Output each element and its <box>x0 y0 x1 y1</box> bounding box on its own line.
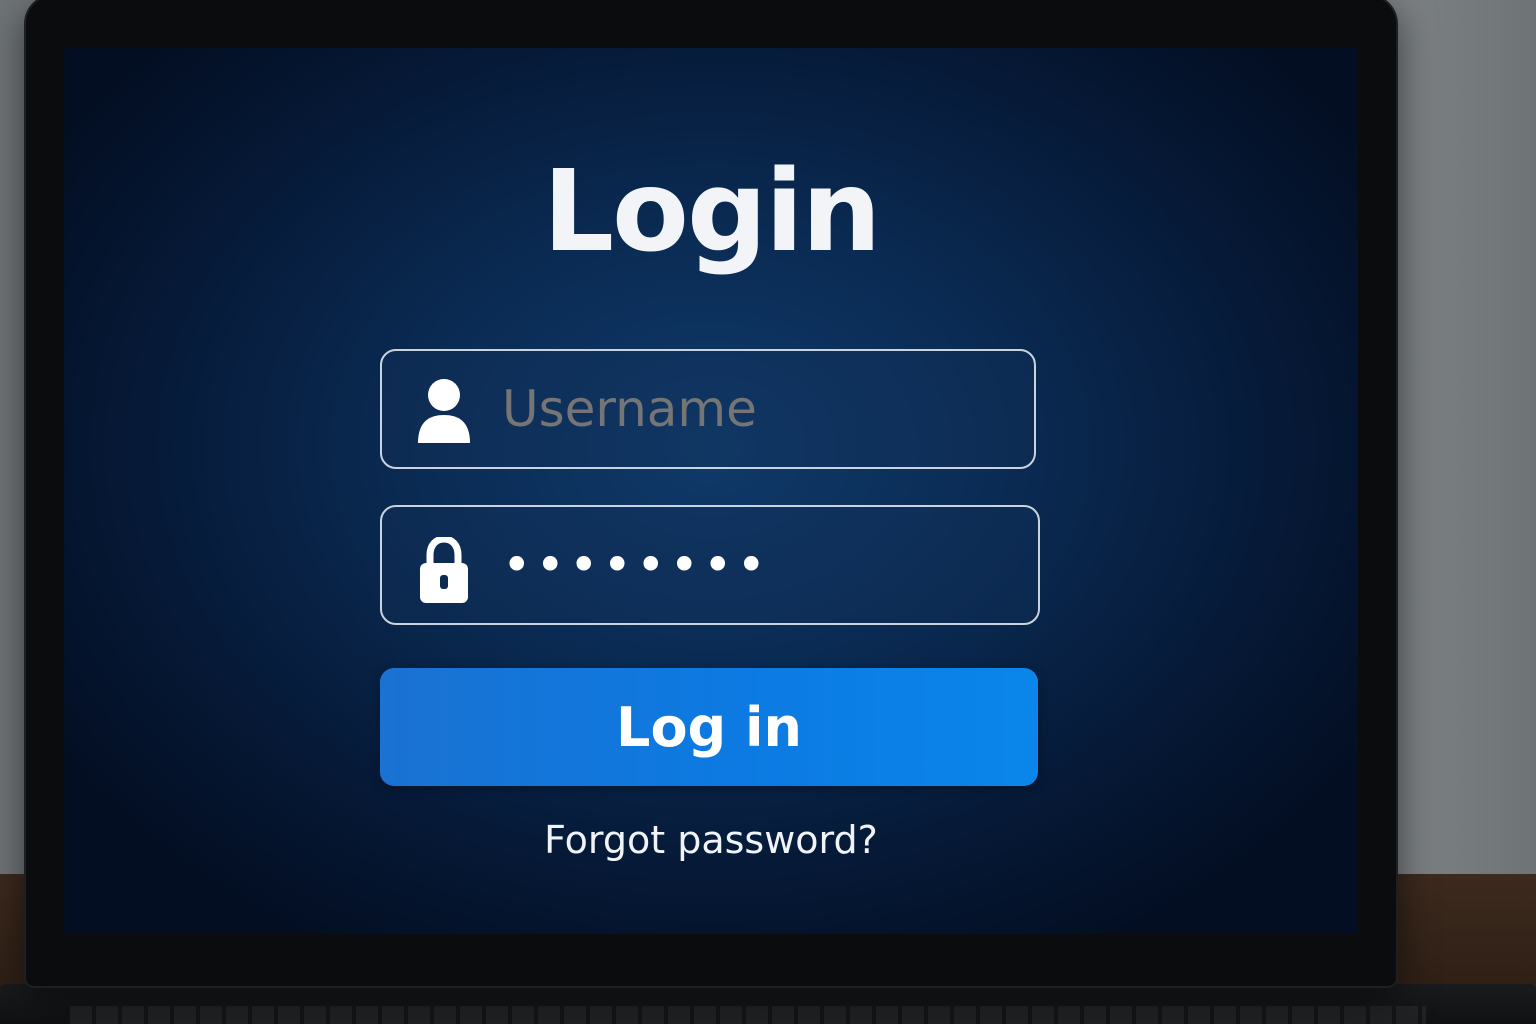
lock-icon <box>416 535 472 605</box>
forgot-password-link[interactable]: Forgot password? <box>64 818 1358 862</box>
keyboard-edge <box>70 1006 1426 1024</box>
login-screen: Login •••••••• Log in Forgot password? <box>64 48 1358 934</box>
username-input[interactable] <box>502 351 1002 467</box>
password-field[interactable]: •••••••• <box>380 505 1040 625</box>
user-icon <box>416 377 472 445</box>
login-button[interactable]: Log in <box>380 668 1038 786</box>
page-title: Login <box>542 147 882 277</box>
username-field[interactable] <box>380 349 1036 469</box>
password-input[interactable]: •••••••• <box>502 507 1002 623</box>
